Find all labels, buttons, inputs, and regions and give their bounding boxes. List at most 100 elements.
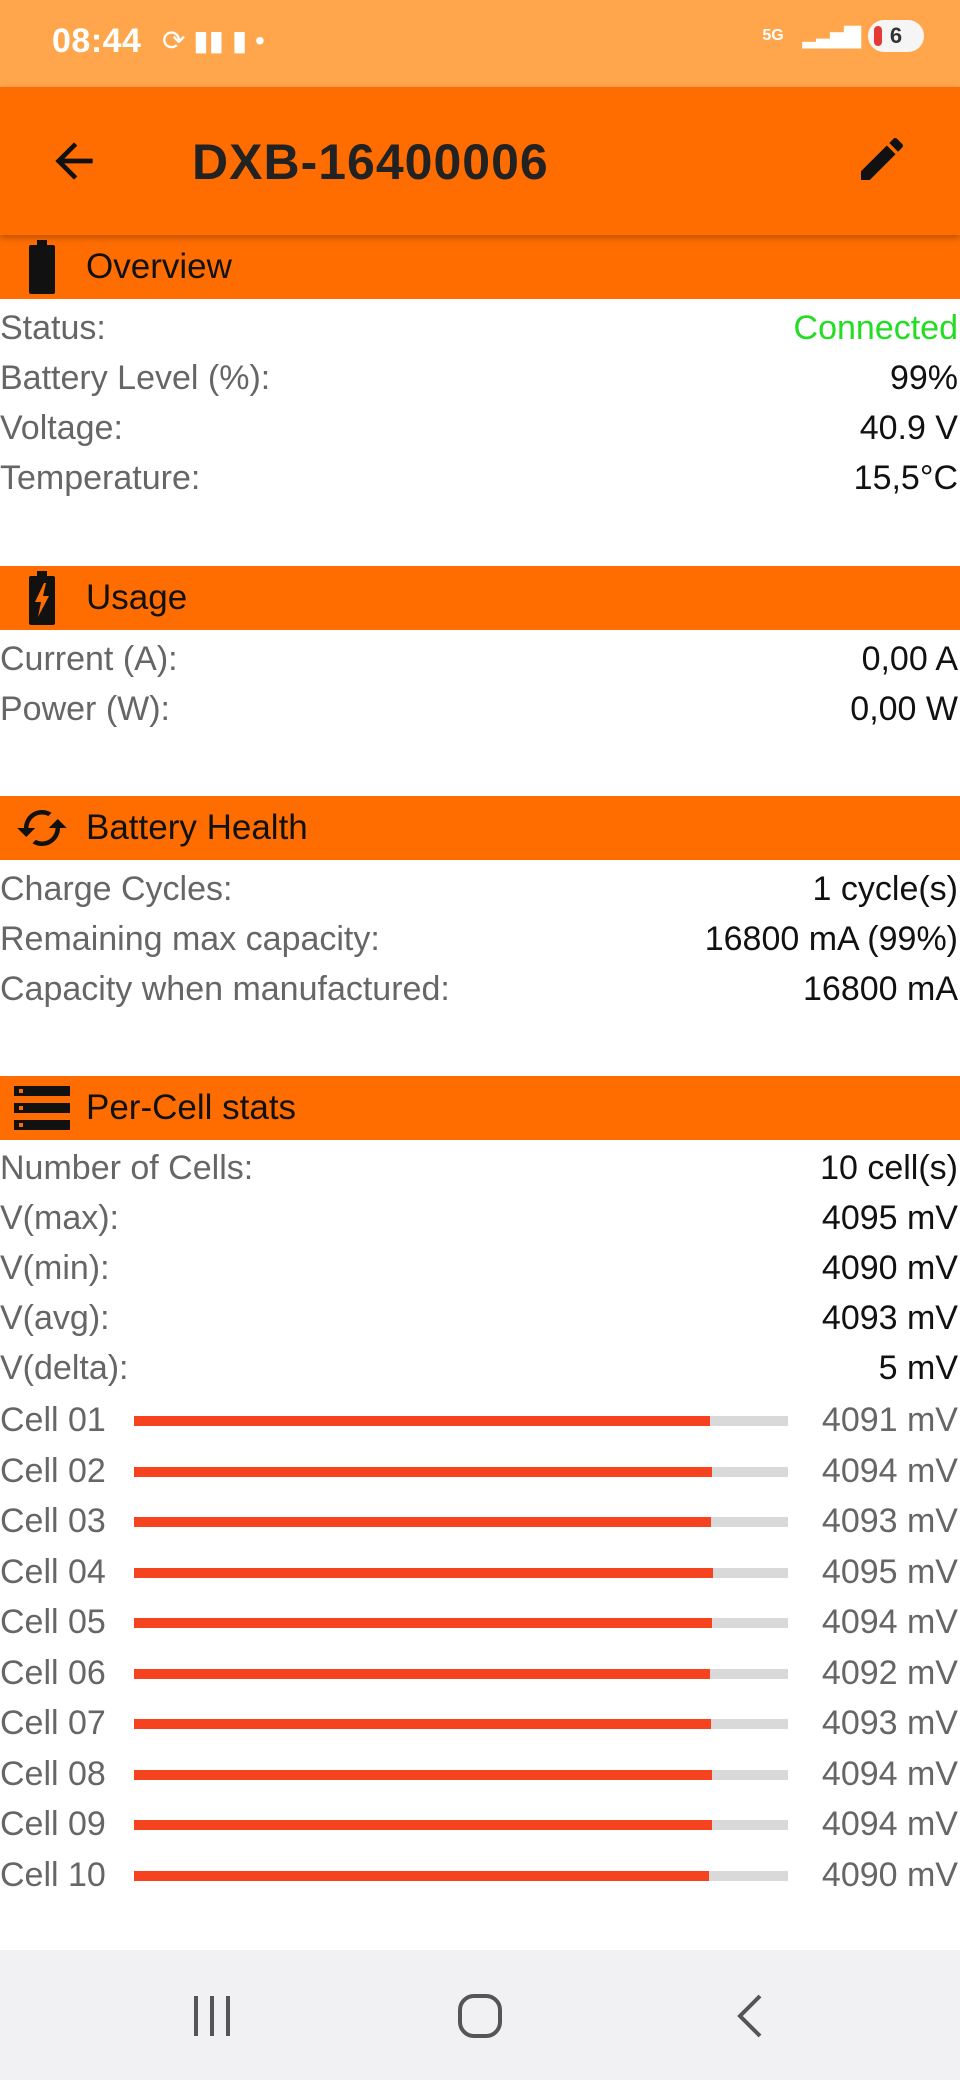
cell-label: Cell 03 [0, 1502, 106, 1540]
row-label: Capacity when manufactured: [0, 970, 450, 1008]
cell-voltage-bar [134, 1618, 788, 1628]
row-value: 0,00 A [861, 640, 958, 678]
cell-row-04: Cell 04 4095 mV [0, 1547, 960, 1597]
cell-voltage-fill [134, 1416, 710, 1426]
cell-label: Cell 01 [0, 1401, 106, 1439]
cell-label: Cell 07 [0, 1704, 106, 1742]
battery-charging-icon [14, 571, 70, 625]
app-bar: DXB-16400006 [0, 87, 960, 235]
info-row-number-of-cells: Number of Cells: 10 cell(s) [0, 1143, 960, 1193]
row-label: Battery Level (%): [0, 359, 271, 397]
row-label: Remaining max capacity: [0, 920, 380, 958]
cell-value: 4090 mV [821, 1856, 958, 1894]
info-row-vavg: V(avg): 4093 mV [0, 1293, 960, 1343]
row-value: 5 mV [878, 1349, 958, 1387]
cell-row-01: Cell 01 4091 mV [0, 1395, 960, 1445]
info-row-manufactured-capacity: Capacity when manufactured: 16800 mA [0, 964, 960, 1014]
cell-voltage-fill [134, 1820, 713, 1830]
cell-voltage-fill [134, 1618, 713, 1628]
info-row-vmin: V(min): 4090 mV [0, 1243, 960, 1293]
cell-voltage-fill [134, 1669, 711, 1679]
cell-label: Cell 09 [0, 1805, 106, 1843]
cell-voltage-bar [134, 1871, 788, 1881]
back-nav-button[interactable] [720, 1988, 780, 2044]
section-title: Overview [86, 247, 232, 286]
row-value: 4090 mV [821, 1249, 958, 1287]
cell-row-06: Cell 06 4092 mV [0, 1648, 960, 1698]
back-icon [737, 1994, 762, 2038]
cell-voltage-bar [134, 1820, 788, 1830]
row-value: 10 cell(s) [820, 1149, 958, 1187]
cell-label: Cell 04 [0, 1553, 106, 1591]
battery-icon [14, 240, 70, 294]
row-value: 99% [889, 359, 958, 397]
section-title: Battery Health [86, 808, 308, 847]
status-bar: 08:44 ⟳ ▮▮ ▮ • 5G ▂▃▅▇ 6 [0, 0, 960, 87]
cell-voltage-fill [134, 1719, 711, 1729]
cell-value: 4094 mV [821, 1603, 958, 1641]
page-title: DXB-16400006 [192, 134, 549, 190]
section-title: Per-Cell stats [86, 1088, 297, 1127]
row-label: Voltage: [0, 409, 123, 447]
row-label: V(min): [0, 1249, 110, 1287]
section-battery-health: Battery Health [0, 796, 960, 860]
row-value: 15,5°C [853, 459, 958, 497]
recents-button[interactable] [182, 1988, 242, 2044]
info-row-status: Status: Connected [0, 303, 960, 353]
section-per-cell-stats: Per-Cell stats [0, 1076, 960, 1140]
cell-value: 4093 mV [821, 1704, 958, 1742]
signal-icon: ▂▃▅▇ [802, 23, 861, 48]
cell-row-07: Cell 07 4093 mV [0, 1698, 960, 1748]
row-value: 1 cycle(s) [812, 870, 958, 908]
info-row-vmax: V(max): 4095 mV [0, 1193, 960, 1243]
row-value: 4093 mV [821, 1299, 958, 1337]
status-right: 5G ▂▃▅▇ 6 [762, 20, 924, 52]
info-row-voltage: Voltage: 40.9 V [0, 403, 960, 453]
cell-label: Cell 02 [0, 1452, 106, 1490]
cell-voltage-fill [134, 1467, 713, 1477]
info-row-power: Power (W): 0,00 W [0, 684, 960, 734]
cell-row-09: Cell 09 4094 mV [0, 1799, 960, 1849]
cell-value: 4092 mV [821, 1654, 958, 1692]
edit-button[interactable] [854, 131, 910, 187]
system-nav-bar [0, 1950, 960, 2080]
row-label: Charge Cycles: [0, 870, 233, 908]
cell-value: 4093 mV [821, 1502, 958, 1540]
row-value: 4095 mV [821, 1199, 958, 1237]
row-value: 40.9 V [859, 409, 958, 447]
cell-row-05: Cell 05 4094 mV [0, 1597, 960, 1647]
back-button[interactable] [46, 133, 102, 189]
arrow-left-icon [55, 142, 93, 180]
cell-value: 4094 mV [821, 1452, 958, 1490]
network-type-icon: 5G [762, 27, 784, 44]
cell-voltage-bar [134, 1467, 788, 1477]
row-label: V(delta): [0, 1349, 129, 1387]
cell-voltage-fill [134, 1871, 709, 1881]
sync-icon [14, 804, 70, 852]
cell-voltage-fill [134, 1517, 711, 1527]
status-value: Connected [793, 309, 958, 347]
cell-voltage-fill [134, 1770, 713, 1780]
info-row-charge-cycles: Charge Cycles: 1 cycle(s) [0, 864, 960, 914]
recents-icon [194, 1996, 230, 2036]
status-time: 08:44 [52, 22, 142, 60]
cell-row-10: Cell 10 4090 mV [0, 1850, 960, 1900]
list-icon [14, 1084, 70, 1132]
row-value: 0,00 W [850, 690, 958, 728]
row-label: Power (W): [0, 690, 170, 728]
cell-value: 4095 mV [821, 1553, 958, 1591]
cell-voltage-bar [134, 1416, 788, 1426]
info-row-current: Current (A): 0,00 A [0, 634, 960, 684]
battery-status-icon: 6 [868, 20, 924, 52]
info-row-battery-level: Battery Level (%): 99% [0, 353, 960, 403]
cell-voltage-fill [134, 1568, 713, 1578]
home-button[interactable] [450, 1988, 510, 2044]
cell-value: 4094 mV [821, 1805, 958, 1843]
cell-label: Cell 10 [0, 1856, 106, 1894]
row-label: V(avg): [0, 1299, 110, 1337]
cell-voltage-bar [134, 1517, 788, 1527]
cell-row-03: Cell 03 4093 mV [0, 1496, 960, 1546]
row-label: Status: [0, 309, 106, 347]
cell-voltage-bar [134, 1568, 788, 1578]
pencil-icon [861, 137, 904, 180]
